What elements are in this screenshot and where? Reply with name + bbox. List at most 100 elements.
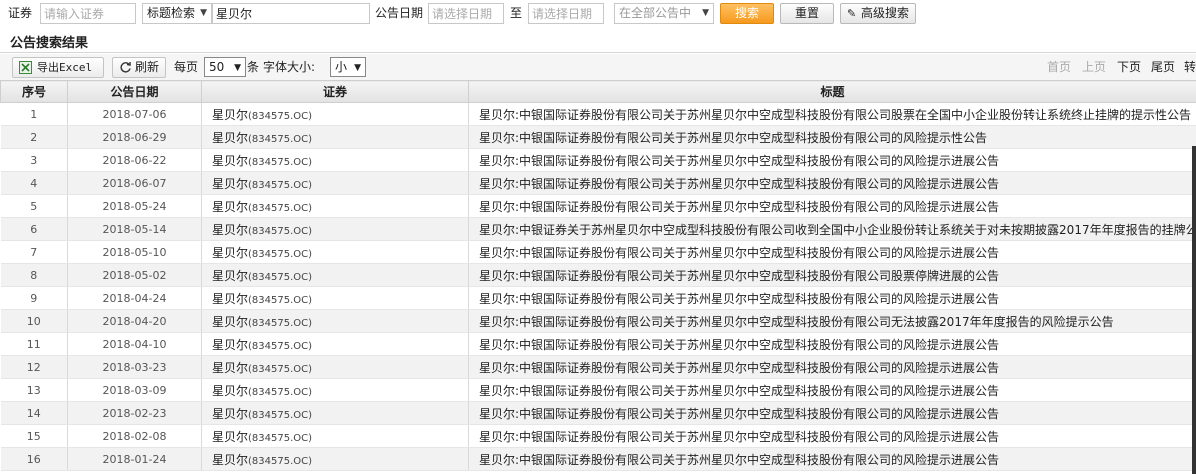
per-page-unit: 条 bbox=[247, 60, 260, 74]
security-name: 星贝尔 bbox=[212, 452, 249, 467]
cell-title[interactable]: 星贝尔:中银国际证券股份有限公司关于苏州星贝尔中空成型科技股份有限公司的风险提示… bbox=[468, 148, 1196, 172]
search-button[interactable]: 搜索 bbox=[720, 3, 774, 24]
table-row[interactable]: 3 2018-06-22 星贝尔(834575.OC) 星贝尔:中银国际证券股份有限公… bbox=[0, 148, 1196, 172]
cell-title[interactable]: 星贝尔:中银国际证券股份有限公司关于苏州星贝尔中空成型科技股份有限公司的风险提示… bbox=[468, 171, 1196, 195]
vertical-scrollbar[interactable] bbox=[1192, 146, 1196, 474]
cell-title[interactable]: 星贝尔:中银国际证券股份有限公司关于苏州星贝尔中空成型科技股份有限公司的风险提示… bbox=[468, 125, 1196, 149]
cell-no: 6 bbox=[0, 217, 68, 241]
security-name: 星贝尔 bbox=[212, 360, 249, 375]
per-page-select[interactable]: 50 ▼ bbox=[204, 57, 246, 77]
table-row[interactable]: 1 2018-07-06 星贝尔(834575.OC) 星贝尔:中银国际证券股份有限公… bbox=[0, 102, 1196, 126]
pager-prev[interactable]: 上页 bbox=[1082, 59, 1106, 75]
cell-security[interactable]: 星贝尔(834575.OC) bbox=[201, 217, 469, 241]
security-code: (834575.OC) bbox=[248, 386, 313, 398]
cell-security[interactable]: 星贝尔(834575.OC) bbox=[201, 447, 469, 471]
table-row[interactable]: 14 2018-02-23 星贝尔(834575.OC) 星贝尔:中银国际证券股份有限… bbox=[0, 401, 1196, 425]
cell-security[interactable]: 星贝尔(834575.OC) bbox=[201, 309, 469, 333]
pager-goto[interactable]: 转 bbox=[1184, 59, 1196, 75]
pager-first[interactable]: 首页 bbox=[1047, 59, 1071, 75]
pager-next[interactable]: 下页 bbox=[1117, 59, 1141, 75]
cell-no: 5 bbox=[0, 194, 68, 218]
cell-security[interactable]: 星贝尔(834575.OC) bbox=[201, 401, 469, 425]
security-label: 证券 bbox=[8, 6, 33, 20]
cell-title[interactable]: 星贝尔:中银国际证券股份有限公司关于苏州星贝尔中空成型科技股份有限公司股票停牌进… bbox=[468, 263, 1196, 287]
security-name: 星贝尔 bbox=[212, 314, 249, 329]
security-code: (834575.OC) bbox=[248, 271, 313, 283]
cell-title[interactable]: 星贝尔:中银国际证券股份有限公司关于苏州星贝尔中空成型科技股份有限公司的风险提示… bbox=[468, 240, 1196, 264]
cell-title[interactable]: 星贝尔:中银国际证券股份有限公司关于苏州星贝尔中空成型科技股份有限公司的风险提示… bbox=[468, 378, 1196, 402]
security-code: (834575.OC) bbox=[248, 110, 313, 122]
security-code: (834575.OC) bbox=[248, 363, 313, 375]
header-security[interactable]: 证券 bbox=[201, 80, 469, 103]
security-name: 星贝尔 bbox=[212, 222, 249, 237]
search-type-select[interactable]: 标题检索 ▼ bbox=[142, 3, 212, 24]
table-row[interactable]: 10 2018-04-20 星贝尔(834575.OC) 星贝尔:中银国际证券股份有限… bbox=[0, 309, 1196, 333]
pager-last[interactable]: 尾页 bbox=[1151, 59, 1175, 75]
table-row[interactable]: 15 2018-02-08 星贝尔(834575.OC) 星贝尔:中银国际证券股份有限… bbox=[0, 424, 1196, 448]
cell-date: 2018-07-06 bbox=[67, 102, 202, 126]
advanced-search-label: 高级搜索 bbox=[860, 6, 909, 20]
cell-security[interactable]: 星贝尔(834575.OC) bbox=[201, 240, 469, 264]
cell-security[interactable]: 星贝尔(834575.OC) bbox=[201, 378, 469, 402]
header-date[interactable]: 公告日期 bbox=[67, 80, 202, 103]
font-size-value: 小 bbox=[335, 60, 348, 74]
cell-title[interactable]: 星贝尔:中银国际证券股份有限公司关于苏州星贝尔中空成型科技股份有限公司的风险提示… bbox=[468, 355, 1196, 379]
chevron-down-icon: ▼ bbox=[354, 63, 361, 73]
results-toolbar: 导出Excel 刷新 每页 50 ▼ 条 字体大小: 小 ▼ 首页 上页 下页 … bbox=[0, 54, 1196, 81]
font-size-select[interactable]: 小 ▼ bbox=[330, 57, 366, 77]
security-name: 星贝尔 bbox=[212, 406, 249, 421]
table-row[interactable]: 12 2018-03-23 星贝尔(834575.OC) 星贝尔:中银国际证券股份有限… bbox=[0, 355, 1196, 379]
header-title[interactable]: 标题 bbox=[468, 80, 1196, 103]
cell-date: 2018-06-29 bbox=[67, 125, 202, 149]
cell-security[interactable]: 星贝尔(834575.OC) bbox=[201, 355, 469, 379]
keyword-input[interactable] bbox=[212, 3, 370, 24]
table-row[interactable]: 4 2018-06-07 星贝尔(834575.OC) 星贝尔:中银国际证券股份有限公… bbox=[0, 171, 1196, 195]
security-name: 星贝尔 bbox=[212, 383, 249, 398]
table-row[interactable]: 9 2018-04-24 星贝尔(834575.OC) 星贝尔:中银国际证券股份有限公… bbox=[0, 286, 1196, 310]
cell-no: 4 bbox=[0, 171, 68, 195]
table-row[interactable]: 7 2018-05-10 星贝尔(834575.OC) 星贝尔:中银国际证券股份有限公… bbox=[0, 240, 1196, 264]
cell-no: 9 bbox=[0, 286, 68, 310]
table-row[interactable]: 13 2018-03-09 星贝尔(834575.OC) 星贝尔:中银国际证券股份有限… bbox=[0, 378, 1196, 402]
cell-title[interactable]: 星贝尔:中银国际证券股份有限公司关于苏州星贝尔中空成型科技股份有限公司的风险提示… bbox=[468, 286, 1196, 310]
refresh-button[interactable]: 刷新 bbox=[112, 57, 166, 78]
table-row[interactable]: 5 2018-05-24 星贝尔(834575.OC) 星贝尔:中银国际证券股份有限公… bbox=[0, 194, 1196, 218]
cell-date: 2018-01-24 bbox=[67, 447, 202, 471]
table-row[interactable]: 8 2018-05-02 星贝尔(834575.OC) 星贝尔:中银国际证券股份有限公… bbox=[0, 263, 1196, 287]
advanced-search-button[interactable]: ✎ 高级搜索 bbox=[840, 3, 916, 24]
excel-icon bbox=[19, 61, 32, 74]
cell-security[interactable]: 星贝尔(834575.OC) bbox=[201, 263, 469, 287]
table-row[interactable]: 2 2018-06-29 星贝尔(834575.OC) 星贝尔:中银国际证券股份有限公… bbox=[0, 125, 1196, 149]
date-start-input[interactable] bbox=[428, 3, 504, 24]
table-row[interactable]: 6 2018-05-14 星贝尔(834575.OC) 星贝尔:中银证券关于苏州星贝尔… bbox=[0, 217, 1196, 241]
cell-title[interactable]: 星贝尔:中银国际证券股份有限公司关于苏州星贝尔中空成型科技股份有限公司股票在全国… bbox=[468, 102, 1196, 126]
date-end-input[interactable] bbox=[528, 3, 604, 24]
cell-security[interactable]: 星贝尔(834575.OC) bbox=[201, 171, 469, 195]
cell-title[interactable]: 星贝尔:中银国际证券股份有限公司关于苏州星贝尔中空成型科技股份有限公司的风险提示… bbox=[468, 447, 1196, 471]
table-row[interactable]: 11 2018-04-10 星贝尔(834575.OC) 星贝尔:中银国际证券股份有限… bbox=[0, 332, 1196, 356]
security-code: (834575.OC) bbox=[248, 294, 313, 306]
reset-button[interactable]: 重置 bbox=[780, 3, 834, 24]
cell-security[interactable]: 星贝尔(834575.OC) bbox=[201, 424, 469, 448]
security-code: (834575.OC) bbox=[248, 248, 313, 260]
cell-security[interactable]: 星贝尔(834575.OC) bbox=[201, 332, 469, 356]
header-no[interactable]: 序号 bbox=[0, 80, 68, 103]
security-input[interactable] bbox=[40, 3, 136, 24]
security-code: (834575.OC) bbox=[248, 133, 313, 145]
cell-title[interactable]: 星贝尔:中银证券关于苏州星贝尔中空成型科技股份有限公司收到全国中小企业股份转让系… bbox=[468, 217, 1196, 241]
security-code: (834575.OC) bbox=[248, 179, 313, 191]
cell-title[interactable]: 星贝尔:中银国际证券股份有限公司关于苏州星贝尔中空成型科技股份有限公司的风险提示… bbox=[468, 424, 1196, 448]
cell-security[interactable]: 星贝尔(834575.OC) bbox=[201, 286, 469, 310]
cell-date: 2018-06-07 bbox=[67, 171, 202, 195]
export-excel-button[interactable]: 导出Excel bbox=[12, 57, 104, 78]
cell-security[interactable]: 星贝尔(834575.OC) bbox=[201, 148, 469, 172]
cell-security[interactable]: 星贝尔(834575.OC) bbox=[201, 125, 469, 149]
cell-title[interactable]: 星贝尔:中银国际证券股份有限公司关于苏州星贝尔中空成型科技股份有限公司的风险提示… bbox=[468, 401, 1196, 425]
table-row[interactable]: 16 2018-01-24 星贝尔(834575.OC) 星贝尔:中银国际证券股份有限… bbox=[0, 447, 1196, 471]
cell-security[interactable]: 星贝尔(834575.OC) bbox=[201, 102, 469, 126]
cell-title[interactable]: 星贝尔:中银国际证券股份有限公司关于苏州星贝尔中空成型科技股份有限公司无法披露2… bbox=[468, 309, 1196, 333]
cell-security[interactable]: 星贝尔(834575.OC) bbox=[201, 194, 469, 218]
cell-title[interactable]: 星贝尔:中银国际证券股份有限公司关于苏州星贝尔中空成型科技股份有限公司的风险提示… bbox=[468, 332, 1196, 356]
scope-select[interactable]: 在全部公告中 ▼ bbox=[614, 3, 714, 24]
cell-title[interactable]: 星贝尔:中银国际证券股份有限公司关于苏州星贝尔中空成型科技股份有限公司的风险提示… bbox=[468, 194, 1196, 218]
